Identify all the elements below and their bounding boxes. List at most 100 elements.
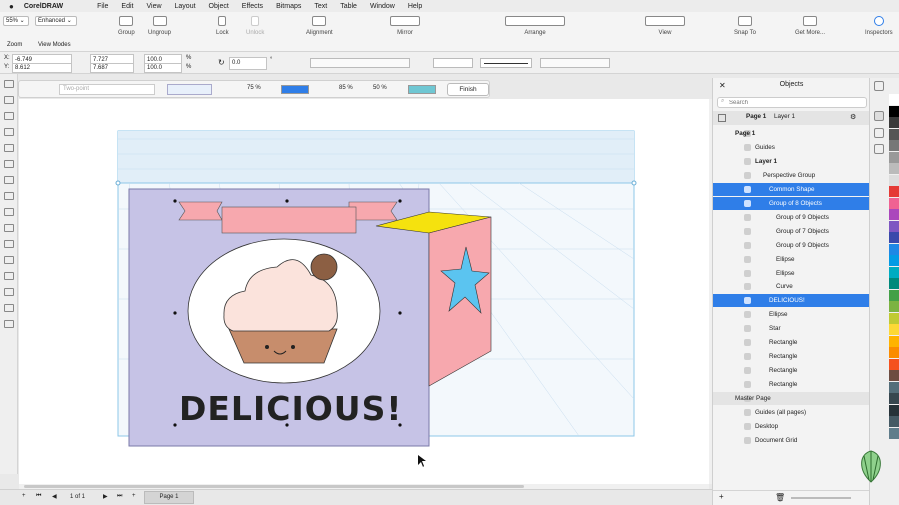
cupcake-wrapper[interactable] — [228, 328, 338, 364]
tree-row[interactable]: Page 1 — [713, 127, 870, 140]
palette-swatch[interactable] — [889, 416, 899, 427]
palette-swatch[interactable] — [889, 358, 899, 370]
tree-row[interactable]: Group of 7 Objects — [713, 225, 870, 238]
pick-tool-icon[interactable] — [3, 80, 14, 88]
palette-swatch[interactable] — [889, 186, 899, 197]
view-mode-select[interactable]: Enhanced ⌄ — [35, 16, 77, 26]
search-input[interactable] — [729, 98, 859, 107]
new-layer-icon[interactable]: + — [719, 492, 724, 501]
tree-row[interactable]: Group of 9 Objects — [713, 211, 870, 224]
palette-swatch[interactable] — [889, 427, 899, 439]
shape-ops-buttons[interactable] — [310, 58, 410, 68]
tree-row[interactable]: Group of 8 Objects — [713, 196, 870, 210]
tree-row[interactable]: Common Shape — [713, 182, 870, 196]
polygon-tool-icon[interactable] — [3, 208, 14, 216]
zoom-tool-icon[interactable] — [3, 128, 14, 136]
drawing-canvas[interactable]: DELICIOUS! — [19, 99, 709, 489]
ungroup-button[interactable]: Ungroup — [148, 16, 171, 36]
palette-swatch[interactable] — [889, 335, 899, 347]
tree-row[interactable]: Desktop — [713, 420, 870, 433]
vanishing-handle-left[interactable] — [115, 180, 121, 186]
palette-swatch[interactable] — [889, 404, 899, 416]
finish-button[interactable]: Finish — [447, 83, 489, 96]
menu-file[interactable]: File — [97, 3, 108, 10]
rotation-field[interactable]: 0.0 — [229, 57, 267, 70]
tree-row[interactable]: Curve — [713, 280, 870, 293]
apple-icon[interactable]: ● — [9, 2, 14, 11]
view-button[interactable]: View — [645, 16, 685, 36]
vanishing-handle-right[interactable] — [631, 180, 637, 186]
delete-icon[interactable]: 🗑 — [775, 493, 785, 502]
palette-swatch[interactable] — [889, 117, 899, 128]
palette-swatch[interactable] — [889, 128, 899, 140]
tree-row[interactable]: Layer 1 — [713, 155, 870, 168]
menu-text[interactable]: Text — [314, 3, 327, 10]
export-tab-icon[interactable] — [874, 144, 884, 154]
search-field[interactable]: ⌕ — [717, 97, 867, 108]
zoom-select[interactable]: 55% ⌄ — [3, 16, 29, 26]
page-tab[interactable]: Page 1 — [144, 491, 194, 504]
palette-swatch[interactable] — [889, 220, 899, 232]
color-swatch-1[interactable] — [281, 85, 309, 94]
last-page-icon[interactable]: ⏭ — [117, 493, 122, 500]
tree-row[interactable]: Guides (all pages) — [713, 406, 870, 419]
objects-tab-icon[interactable] — [874, 111, 884, 121]
palette-swatch[interactable] — [889, 370, 899, 381]
y-field[interactable]: 8.612 — [12, 63, 72, 73]
height-field[interactable]: 7.687 — [90, 63, 134, 73]
ribbon-banner[interactable] — [221, 206, 357, 234]
add-page-after-icon[interactable]: + — [132, 493, 136, 499]
menu-table[interactable]: Table — [340, 3, 357, 10]
parallel-dimension-icon[interactable] — [3, 240, 14, 248]
palette-swatch[interactable] — [889, 163, 899, 174]
artistic-media-icon[interactable] — [3, 160, 14, 168]
palette-swatch[interactable] — [889, 232, 899, 243]
palette-swatch[interactable] — [889, 209, 899, 220]
palette-swatch[interactable] — [889, 243, 899, 255]
tree-row[interactable]: Rectangle — [713, 364, 870, 377]
tree-row[interactable]: Rectangle — [713, 336, 870, 349]
scale-y-field[interactable]: 100.0 — [144, 63, 182, 73]
crop-tool-icon[interactable] — [3, 112, 14, 120]
tree-row[interactable]: Perspective Group — [713, 169, 870, 182]
perspective-mode-select[interactable]: Two-point — [59, 84, 155, 95]
cookie[interactable] — [310, 253, 338, 281]
tree-row[interactable]: Master Page — [713, 392, 870, 406]
current-layer[interactable]: Layer 1 — [774, 113, 795, 120]
get-more-button[interactable]: Get More... — [795, 16, 825, 36]
snap-to-button[interactable]: Snap To — [734, 16, 756, 36]
opacity-2[interactable]: 85 % — [339, 85, 353, 91]
tree-row[interactable]: Ellipse — [713, 253, 870, 266]
palette-swatch[interactable] — [889, 347, 899, 358]
palette-swatch[interactable] — [889, 393, 899, 404]
palette-swatch[interactable] — [889, 197, 899, 209]
app-name[interactable]: CorelDRAW — [24, 3, 63, 10]
menu-effects[interactable]: Effects — [242, 3, 263, 10]
palette-swatch[interactable] — [889, 312, 899, 324]
thumbnail-size-slider[interactable] — [791, 497, 851, 499]
eyedropper-icon[interactable] — [3, 304, 14, 312]
next-page-icon[interactable]: ▶ — [103, 493, 108, 500]
shape-tool-icon[interactable] — [3, 96, 14, 104]
transform-tab-icon[interactable] — [874, 128, 884, 138]
menu-layout[interactable]: Layout — [175, 3, 196, 10]
headline-text[interactable]: DELICIOUS! — [179, 389, 402, 428]
opacity-1[interactable]: 75 % — [247, 85, 261, 91]
freehand-tool-icon[interactable] — [3, 144, 14, 152]
gear-icon[interactable]: ⚙ — [850, 113, 856, 121]
color-swatch-2[interactable] — [408, 85, 436, 94]
tree-row[interactable]: Document Grid — [713, 434, 870, 447]
outline-width-select[interactable] — [433, 58, 473, 68]
tree-row[interactable]: Guides — [713, 141, 870, 154]
unlock-button[interactable]: Unlock — [246, 16, 264, 36]
text-tool-icon[interactable] — [3, 224, 14, 232]
group-button[interactable]: Group — [118, 16, 135, 36]
palette-swatch[interactable] — [889, 381, 899, 393]
scroll-thumb[interactable] — [24, 485, 524, 488]
tree-row[interactable]: Ellipse — [713, 308, 870, 321]
rectangle-tool-icon[interactable] — [3, 176, 14, 184]
palette-swatch[interactable] — [889, 151, 899, 163]
mirror-button[interactable]: Mirror — [390, 16, 420, 36]
palette-swatch[interactable] — [889, 140, 899, 151]
alignment-button[interactable]: Alignment — [306, 16, 333, 36]
